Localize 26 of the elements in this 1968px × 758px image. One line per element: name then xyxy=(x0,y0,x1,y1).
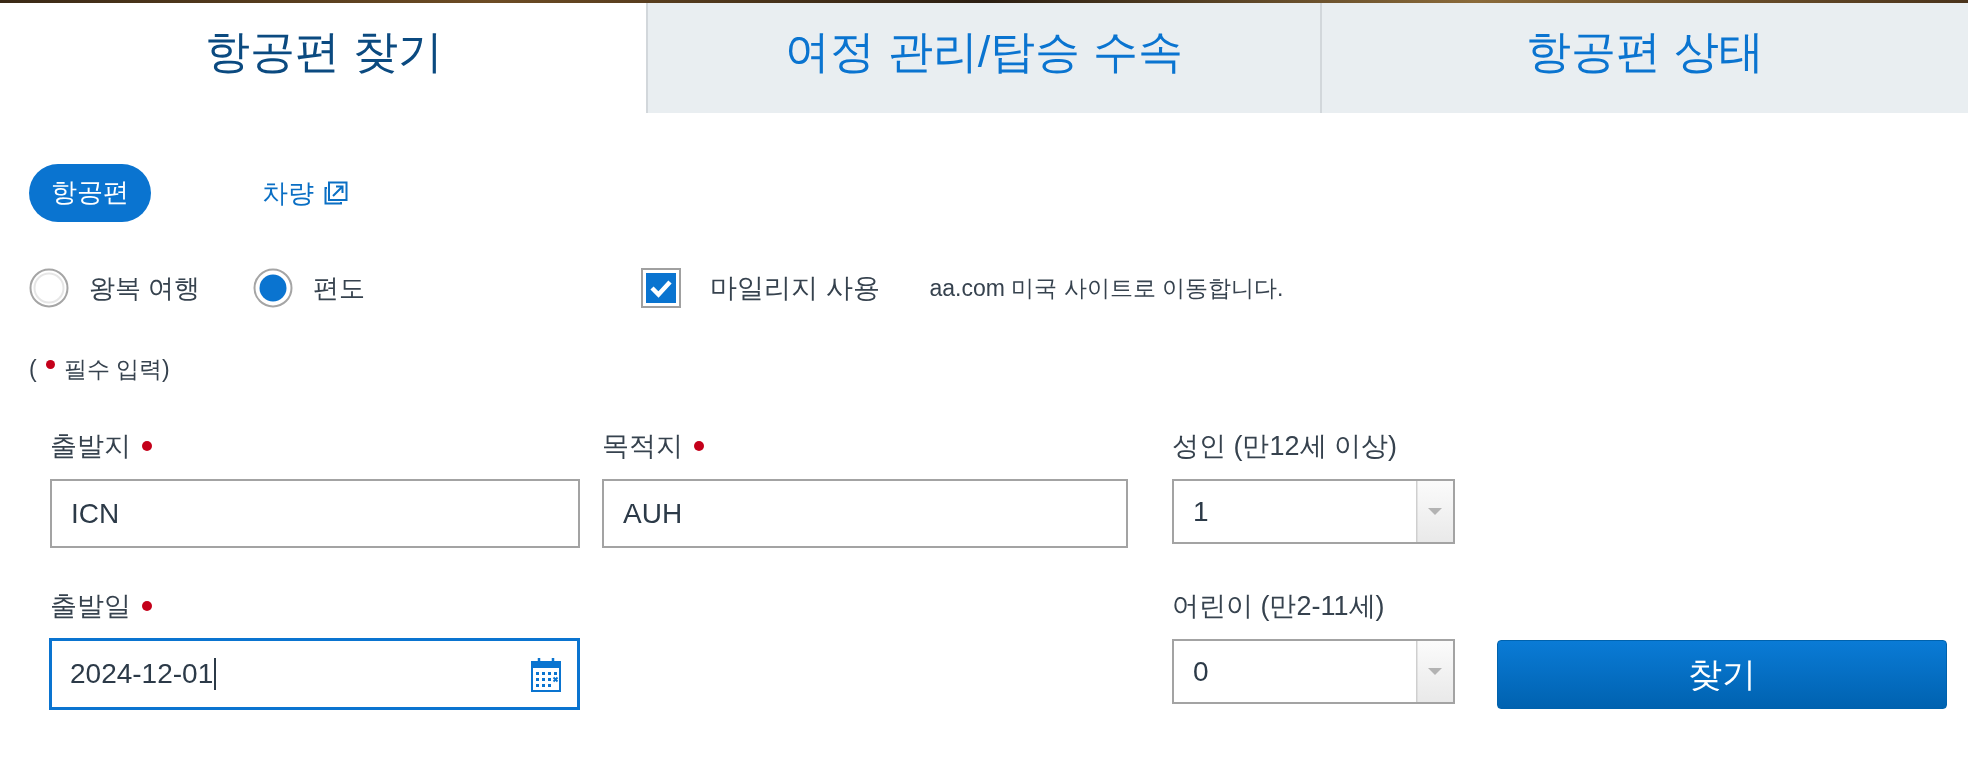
checkbox-label[interactable]: 마일리지 사용 xyxy=(710,270,880,306)
field-label: 어린이 (만2-11세) xyxy=(1172,590,1385,623)
text-field[interactable]: AUH xyxy=(602,479,1128,548)
text-field[interactable]: ICN xyxy=(50,479,580,548)
date-field[interactable]: 2024-12-01 xyxy=(49,638,580,710)
checkbox[interactable] xyxy=(641,268,681,308)
radio-label[interactable]: 왕복 여행 xyxy=(89,270,201,306)
tab[interactable]: 항공편 상태 xyxy=(1320,3,1968,113)
field-label: 목적지 xyxy=(602,430,683,463)
field-label: 성인 (만12세 이상) xyxy=(1172,430,1398,463)
tab[interactable]: 여정 관리/탑승 수속 xyxy=(646,3,1320,113)
mode-tab[interactable]: 항공편 xyxy=(29,164,151,222)
required-legend-text: ( xyxy=(29,355,37,383)
field-label: 출발지 xyxy=(50,430,131,463)
radio-button[interactable] xyxy=(29,268,69,308)
dropdown[interactable]: 1 xyxy=(1172,479,1455,544)
required-legend-text: 필수 입력) xyxy=(63,354,170,384)
required-dot-icon xyxy=(45,359,55,369)
radio-button[interactable] xyxy=(253,268,294,308)
dropdown[interactable]: 0 xyxy=(1172,639,1455,704)
calendar-icon[interactable] xyxy=(531,656,561,692)
site-notice-text: aa.com 미국 사이트로 이동합니다. xyxy=(929,273,1284,303)
mode-tab[interactable]: 차량 xyxy=(262,175,348,211)
field-label: 출발일 xyxy=(50,590,131,623)
search-button[interactable]: 찾기 xyxy=(1497,640,1947,709)
radio-label[interactable]: 편도 xyxy=(313,270,366,306)
